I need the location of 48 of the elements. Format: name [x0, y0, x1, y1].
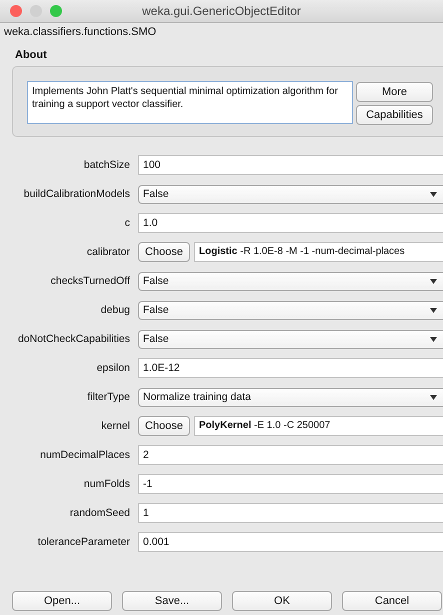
input-field[interactable]: 100	[138, 155, 443, 175]
dropdown-arrow-icon	[430, 192, 437, 196]
parameter-label: debug	[100, 304, 131, 316]
about-button[interactable]: Capabilities	[356, 105, 433, 125]
parameter-label: epsilon	[96, 362, 131, 374]
dialog-button[interactable]: Open...	[12, 591, 112, 611]
dropdown-arrow-icon	[430, 394, 437, 400]
parameter-label: doNotCheckCapabilities	[16, 333, 131, 345]
minimize-icon[interactable]	[30, 5, 42, 17]
input-field[interactable]: 1.0E-12	[138, 358, 443, 378]
close-icon[interactable]	[10, 5, 22, 17]
parameter-label: c	[124, 217, 131, 229]
input-field[interactable]: 0.001	[138, 532, 443, 552]
parameter-label: calibrator	[86, 246, 131, 258]
dialog-button[interactable]: OK	[232, 591, 332, 611]
choose-button[interactable]: Choose	[138, 242, 190, 262]
parameter-label: numFolds	[82, 478, 131, 490]
parameter-label: buildCalibrationModels	[22, 188, 131, 200]
parameter-label: batchSize	[82, 159, 131, 171]
input-field[interactable]: 2	[138, 445, 443, 465]
parameter-label: kernel	[100, 420, 131, 432]
dropdown[interactable]: False	[138, 330, 443, 348]
dropdown-arrow-icon	[430, 278, 437, 284]
dropdown[interactable]: False	[138, 300, 443, 320]
parameter-label: toleranceParameter	[36, 536, 131, 548]
about-heading: About	[14, 48, 48, 63]
dropdown[interactable]: False	[138, 272, 443, 290]
dropdown-arrow-icon	[430, 308, 437, 312]
parameter-label: filterType	[86, 391, 131, 403]
input-field[interactable]: 1	[138, 503, 443, 523]
parameter-label: numDecimalPlaces	[39, 449, 131, 461]
input-field[interactable]: -1	[138, 474, 443, 494]
choose-button[interactable]: Choose	[138, 416, 190, 436]
dropdown[interactable]: False	[138, 184, 443, 204]
input-field[interactable]: 1.0	[138, 213, 443, 233]
dialog-button[interactable]: Cancel	[342, 591, 442, 611]
object-field[interactable]: Logistic -R 1.0E-8 -M -1 -num-decimal-places	[194, 242, 443, 262]
parameter-label: randomSeed	[68, 507, 131, 519]
zoom-icon[interactable]	[50, 5, 62, 17]
dropdown-arrow-icon	[430, 336, 437, 342]
dropdown[interactable]: Normalize training data	[138, 388, 443, 406]
window-title: weka.gui.GenericObjectEditor	[142, 4, 301, 18]
about-button[interactable]: More	[356, 82, 433, 102]
object-field[interactable]: PolyKernel -E 1.0 -C 250007	[194, 416, 443, 436]
dialog-button[interactable]: Save...	[122, 591, 222, 611]
description-text: Implements John Platt's sequential minimal optimization algorithm for training a support vector classifier.	[27, 81, 353, 124]
class-name: weka.classifiers.functions.SMO	[3, 25, 158, 40]
parameter-label: checksTurnedOff	[50, 275, 131, 287]
